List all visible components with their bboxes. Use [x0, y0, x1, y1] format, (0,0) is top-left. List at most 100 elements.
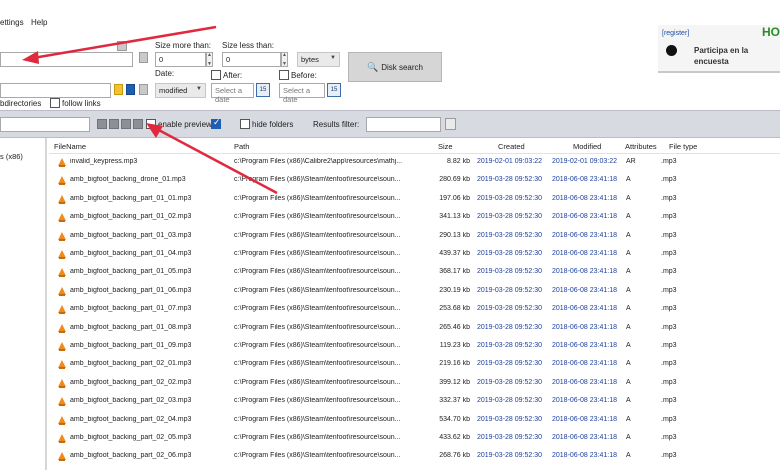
search-options-icon[interactable]: [139, 52, 148, 63]
apply-filter-icon[interactable]: [445, 118, 456, 130]
cell-path: c:\Program Files (x86)\Steam\tenfoot\res…: [234, 323, 401, 331]
cell-created: 2019-03-28 09:52:30: [477, 342, 542, 349]
calendar-icon[interactable]: 15: [256, 83, 270, 97]
cell-filename: amb_bigfoot_backing_part_02_02.mp3: [70, 378, 192, 386]
cell-filename: amb_bigfoot_backing_part_01_09.mp3: [70, 342, 192, 349]
filter-name-input[interactable]: [0, 117, 90, 132]
dropdown-icon[interactable]: [126, 84, 135, 95]
vlc-cone-icon: [58, 323, 66, 333]
view-list-icon[interactable]: [109, 119, 119, 129]
size-unit-select[interactable]: bytes ▼: [297, 52, 340, 67]
table-row[interactable]: amb_bigfoot_backing_part_01_08.mp3 c:\Pro…: [49, 323, 780, 340]
column-filetype[interactable]: File type: [669, 142, 697, 151]
cell-attributes: A: [626, 415, 631, 423]
table-row[interactable]: amb_bigfoot_backing_part_02_04.mp3 c:\Pro…: [49, 415, 780, 432]
cell-size: 219.16 kb: [439, 360, 470, 368]
date-mode-select[interactable]: modified ▼: [155, 83, 206, 98]
cell-modified: 2018-06-08 23:41:18: [552, 360, 617, 368]
cell-created: 2019-03-28 09:52:30: [477, 250, 542, 257]
table-row[interactable]: amb_bigfoot_backing_part_02_03.mp3 c:\Pro…: [49, 397, 780, 413]
column-created[interactable]: Created: [498, 142, 525, 151]
menu-settings[interactable]: ettings: [0, 18, 24, 27]
results-filter-label: Results filter:: [313, 120, 360, 129]
view-details-icon[interactable]: [97, 119, 107, 129]
table-row[interactable]: amb_bigfoot_backing_part_01_02.mp3 c:\Pro…: [49, 213, 780, 229]
vlc-cone-icon: [58, 213, 66, 223]
column-size[interactable]: Size: [438, 142, 453, 151]
follow-links-label: follow links: [62, 99, 101, 108]
cell-modified: 2018-06-08 23:41:18: [552, 323, 617, 331]
cell-size: 268.76 kb: [439, 452, 470, 460]
table-row[interactable]: amb_bigfoot_backing_part_01_09.mp3 c:\Pro…: [49, 342, 780, 358]
cell-attributes: A: [626, 342, 631, 349]
survey-link[interactable]: Participa en la encuesta: [694, 45, 774, 67]
follow-links-checkbox[interactable]: [50, 98, 60, 108]
ad-hot-text: HO: [762, 25, 780, 39]
hide-folders-checkbox[interactable]: [240, 119, 250, 129]
cell-filename: invalid_keypress.mp3: [70, 158, 138, 165]
register-link[interactable]: [register]: [662, 30, 689, 37]
after-checkbox[interactable]: [211, 70, 221, 80]
cell-filename: amb_bigfoot_backing_part_01_04.mp3: [70, 250, 192, 257]
cell-path: c:\Program Files (x86)\Steam\tenfoot\res…: [234, 176, 401, 184]
tree-node[interactable]: s (x86): [0, 152, 23, 161]
search-history-button[interactable]: [117, 41, 127, 51]
before-checkbox[interactable]: [279, 70, 289, 80]
after-date-input[interactable]: Select a date: [211, 83, 254, 104]
view-tiles-icon[interactable]: [133, 119, 143, 129]
cell-filename: amb_bigfoot_backing_part_01_05.mp3: [70, 268, 192, 276]
table-row[interactable]: amb_bigfoot_backing_part_02_06.mp3 c:\Pro…: [49, 452, 780, 468]
cell-size: 253.68 kb: [439, 305, 470, 313]
table-row[interactable]: amb_bigfoot_backing_part_02_05.mp3 c:\Pro…: [49, 434, 780, 450]
table-row[interactable]: invalid_keypress.mp3 c:\Program Files (x8…: [49, 158, 780, 174]
cell-size: 280.69 kb: [439, 176, 470, 184]
table-row[interactable]: amb_bigfoot_backing_part_01_04.mp3 c:\Pro…: [49, 250, 780, 266]
cell-created: 2019-03-28 09:52:30: [477, 323, 542, 331]
view-thumbnails-icon[interactable]: [121, 119, 131, 129]
results-filter-input[interactable]: [366, 117, 441, 132]
cell-attributes: A: [626, 250, 631, 257]
table-row[interactable]: amb_bigfoot_backing_part_01_05.mp3 c:\Pro…: [49, 268, 780, 284]
before-date-input[interactable]: Select a date: [279, 83, 325, 104]
calendar-icon[interactable]: 15: [327, 83, 341, 97]
table-row[interactable]: amb_bigfoot_backing_part_02_01.mp3 c:\Pro…: [49, 360, 780, 376]
column-filename[interactable]: FileName: [54, 142, 86, 151]
cell-filename: amb_bigfoot_backing_part_02_06.mp3: [70, 452, 192, 460]
size-unit-value: bytes: [301, 55, 319, 64]
table-row[interactable]: amb_bigfoot_backing_drone_01.mp3 c:\Progr…: [49, 176, 780, 192]
cell-created: 2019-03-28 09:52:30: [477, 434, 542, 441]
search-text-input[interactable]: [0, 52, 133, 67]
cell-filename: amb_bigfoot_backing_part_02_04.mp3: [70, 415, 192, 423]
table-row[interactable]: amb_bigfoot_backing_part_01_07.mp3 c:\Pro…: [49, 305, 780, 321]
table-row[interactable]: amb_bigfoot_backing_part_02_02.mp3 c:\Pro…: [49, 378, 780, 395]
search-folder-input[interactable]: [0, 83, 111, 98]
cell-size: 399.12 kb: [439, 378, 470, 386]
cell-created: 2019-03-28 09:52:30: [477, 397, 542, 405]
folder-options-icon[interactable]: [139, 84, 148, 95]
table-row[interactable]: amb_bigfoot_backing_part_01_03.mp3 c:\Pro…: [49, 231, 780, 248]
folder-icon[interactable]: [114, 84, 123, 95]
column-modified[interactable]: Modified: [573, 142, 601, 151]
size-less-stepper[interactable]: [281, 52, 288, 67]
cell-created: 2019-03-28 09:52:30: [477, 268, 542, 276]
cell-modified: 2018-06-08 23:41:18: [552, 397, 617, 405]
column-attributes[interactable]: Attributes: [625, 142, 657, 151]
cell-created: 2019-03-28 09:52:30: [477, 415, 542, 423]
cell-modified: 2018-06-08 23:41:18: [552, 194, 617, 202]
cell-attributes: A: [626, 434, 631, 441]
after-label: After:: [223, 71, 243, 80]
vlc-cone-icon: [58, 452, 66, 462]
table-row[interactable]: amb_bigfoot_backing_part_01_01.mp3 c:\Pro…: [49, 194, 780, 211]
vlc-cone-icon: [58, 231, 66, 241]
size-more-input[interactable]: 0: [155, 52, 206, 67]
size-more-stepper[interactable]: [206, 52, 213, 67]
menu-help[interactable]: Help: [31, 18, 47, 27]
vlc-cone-icon: [58, 360, 66, 370]
size-less-input[interactable]: 0: [222, 52, 281, 67]
cell-created: 2019-03-28 09:52:30: [477, 231, 542, 239]
table-row[interactable]: amb_bigfoot_backing_part_01_06.mp3 c:\Pro…: [49, 286, 780, 303]
disk-search-button[interactable]: 🔍 Disk search: [348, 52, 442, 82]
preview-options-checkbox[interactable]: [211, 117, 221, 129]
column-path[interactable]: Path: [234, 142, 249, 151]
enable-preview-checkbox[interactable]: [146, 119, 156, 129]
